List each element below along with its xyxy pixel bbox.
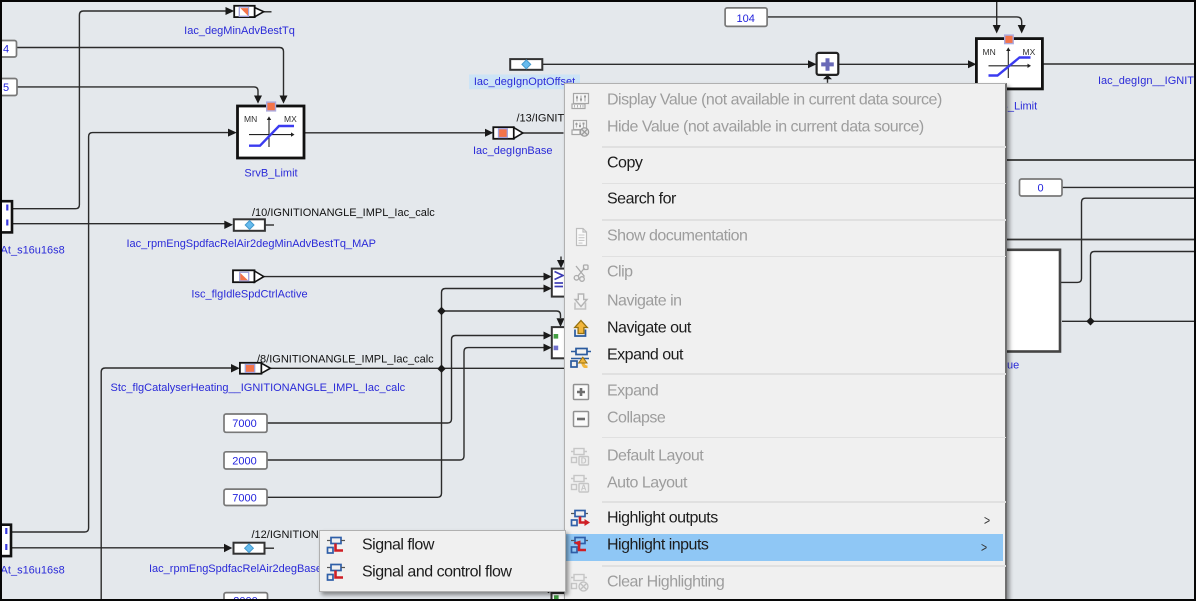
svg-text:5: 5 <box>3 82 9 94</box>
svg-text:MN: MN <box>983 47 996 57</box>
svg-text:tAt_s16u16s8: tAt_s16u16s8 <box>0 245 65 257</box>
svg-text:2000: 2000 <box>232 455 256 467</box>
svg-text:MX: MX <box>284 114 297 124</box>
svg-text:Iac_degIgn__IGNITIONANGLE_IM: Iac_degIgn__IGNITIONANGLE_IM <box>1098 75 1196 87</box>
svg-text:0: 0 <box>1038 183 1044 195</box>
svg-text:Iac_degIgnBase: Iac_degIgnBase <box>473 145 553 157</box>
svg-text:A: A <box>580 483 586 492</box>
svg-text:SrvB_Limit: SrvB_Limit <box>244 168 297 180</box>
svg-text:Stc_flgCatalyserHeating__IGNIT: Stc_flgCatalyserHeating__IGNITIONANGLE_I… <box>111 382 406 394</box>
svg-text:tAt_s16u16s8: tAt_s16u16s8 <box>0 565 65 577</box>
svg-text:7000: 7000 <box>232 418 256 430</box>
svg-text:Isc_flgIdleSpdCtrlActive: Isc_flgIdleSpdCtrlActive <box>191 289 307 301</box>
svg-text:4: 4 <box>3 44 9 56</box>
svg-text:/8/IGNITIONANGLE_IMPL_Iac_calc: /8/IGNITIONANGLE_IMPL_Iac_calc <box>257 354 434 366</box>
svg-text:D: D <box>580 456 586 465</box>
svg-text:7000: 7000 <box>232 492 256 504</box>
svg-text:MX: MX <box>1023 47 1036 57</box>
svg-text:104: 104 <box>737 13 755 25</box>
svg-text:Iac_degMinAdvBestTq: Iac_degMinAdvBestTq <box>184 25 295 37</box>
svg-text:Iac_rpmEngSpdfacRelAir2degMinA: Iac_rpmEngSpdfacRelAir2degMinAdvBestTq_M… <box>127 238 376 250</box>
svg-text:/10/IGNITIONANGLE_IMPL_Iac_cal: /10/IGNITIONANGLE_IMPL_Iac_calc <box>252 207 435 219</box>
svg-text:MN: MN <box>244 114 257 124</box>
svg-text:Iac_degIgnOptOffset: Iac_degIgnOptOffset <box>474 76 575 88</box>
